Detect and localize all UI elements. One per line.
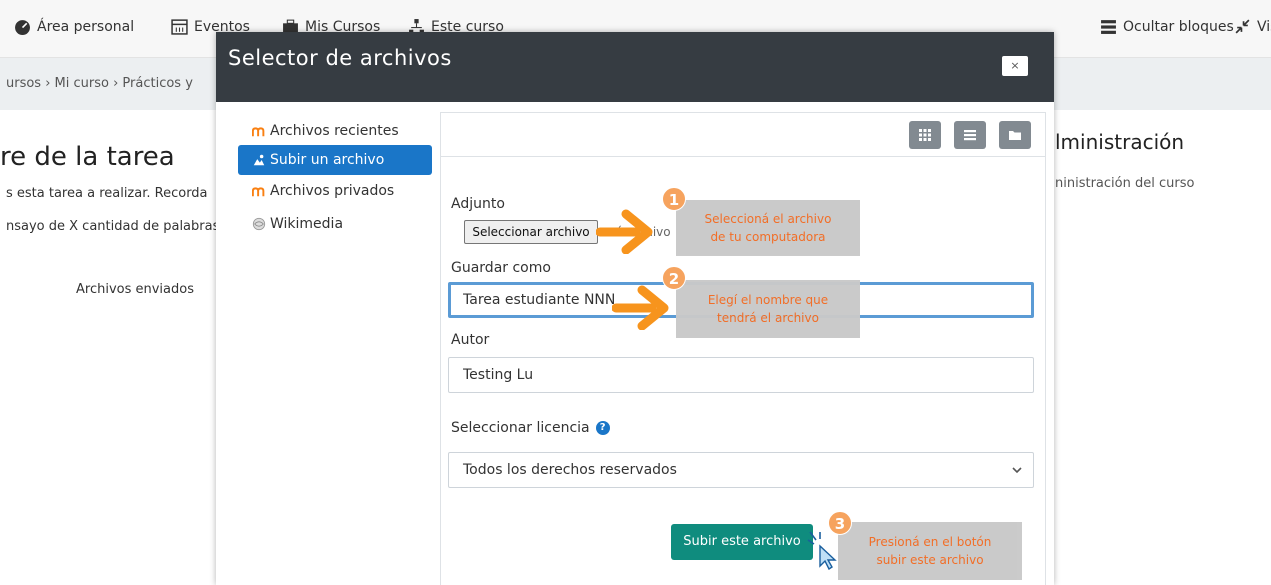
repo-upload-file[interactable]: Subir un archivo [238,145,432,175]
nav-area-personal[interactable]: Área personal [14,18,134,35]
license-select[interactable]: Todos los derechos reservados [448,452,1034,488]
tree-view-button[interactable] [999,121,1031,149]
repo-private-label: Archivos privados [270,183,395,199]
license-label: Seleccionar licencia [451,420,590,436]
repo-private-files[interactable]: Archivos privados [238,176,432,206]
list-icon [1101,20,1116,34]
icon-view-button[interactable] [909,121,941,149]
annotation-number-1: 1 [662,187,686,211]
assignment-description-2: nsayo de X cantidad de palabras [6,219,220,234]
breadcrumb[interactable]: ursos › Mi curso › Prácticos y [6,76,193,91]
attachment-label: Adjunto [451,196,505,212]
fullscreen-label: Vis [1257,18,1271,35]
help-icon[interactable]: ? [595,421,610,435]
annotation-number-3: 3 [828,511,852,535]
annotation-1-line2: de tu computadora [710,230,826,244]
annotation-1-line1: Seleccioná el archivo [704,212,832,226]
annotation-box-2: Elegí el nombre que tendrá el archivo [676,280,860,338]
choose-file-button[interactable]: Seleccionar archivo [464,220,598,244]
dialog-title: Selector de archivos [228,46,452,70]
license-selected-value: Todos los derechos reservados [463,462,677,478]
annotation-2-line2: tendrá el archivo [717,311,819,325]
annotation-2-line1: Elegí el nombre que [707,293,829,307]
repo-recent-files[interactable]: Archivos recientes [238,116,432,146]
dialog-header: Selector de archivos × [216,32,1054,102]
folder-icon [1009,131,1021,140]
annotation-box-1: Seleccioná el archivo de tu computadora [676,200,860,256]
calendar-icon [171,19,188,35]
cursor-click-icon [807,531,837,570]
upload-panel [440,112,1046,585]
grid-icon [919,129,931,141]
hide-blocks-button[interactable]: Ocultar bloques [1100,18,1234,35]
repo-wikimedia-label: Wikimedia [270,216,344,232]
submitted-files-label: Archivos enviados [76,282,194,297]
annotation-number-2: 2 [662,266,686,290]
hide-blocks-label: Ocultar bloques [1123,18,1234,35]
license-label-row: Seleccionar licencia? [451,420,610,436]
nav-area-personal-label: Área personal [37,18,135,35]
wikimedia-icon [252,217,266,231]
moodle-icon [252,187,265,197]
annotation-3-line1: Presioná en el botón [868,535,992,549]
close-button[interactable]: × [1002,56,1028,76]
author-input[interactable] [448,357,1034,393]
upload-file-button[interactable]: Subir este archivo [671,524,813,560]
list-view-button[interactable] [954,121,986,149]
chevron-down-icon [1012,467,1022,474]
repo-recent-label: Archivos recientes [270,123,399,139]
admin-block-title: lministración [1055,130,1185,154]
page-title: re de la tarea [0,142,175,172]
repo-wikimedia[interactable]: Wikimedia [238,209,432,239]
repo-upload-label: Subir un archivo [270,152,385,168]
assignment-description: s esta tarea a realizar. Recorda [6,186,208,201]
annotation-3-line2: subir este archivo [876,553,984,567]
annotation-arrow-1 [596,209,653,254]
fullscreen-button[interactable]: Vis [1234,18,1271,35]
view-toolbar [441,113,1045,157]
admin-course-link[interactable]: ninistración del curso [1055,176,1194,191]
moodle-icon [252,127,265,137]
annotation-box-3: Presioná en el botón subir este archivo [838,522,1022,580]
upload-icon [253,154,265,166]
save-as-label: Guardar como [451,260,551,276]
compress-icon [1235,19,1250,34]
list-icon [964,130,976,141]
annotation-arrow-2 [612,285,669,330]
tachometer-icon [15,20,30,35]
author-label: Autor [451,332,490,348]
